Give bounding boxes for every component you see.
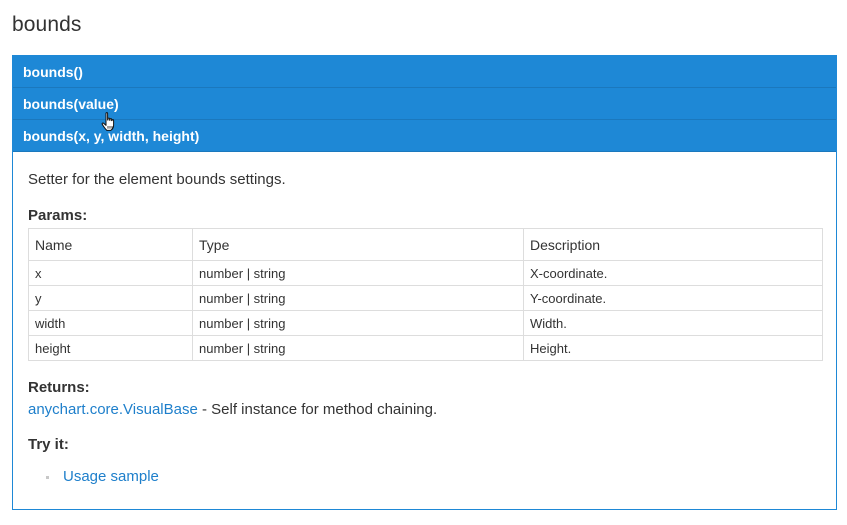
returns-line: anychart.core.VisualBase - Self instance… bbox=[28, 400, 821, 420]
param-description: Height. bbox=[523, 335, 823, 361]
params-table-header-row: Name Type Description bbox=[28, 228, 823, 261]
overload-bounds-xywh[interactable]: bounds(x, y, width, height) bbox=[13, 120, 836, 152]
column-header-description: Description bbox=[523, 228, 823, 261]
param-description: X-coordinate. bbox=[523, 260, 823, 286]
overload-bounds-getter[interactable]: bounds() bbox=[13, 56, 836, 88]
column-header-type: Type bbox=[192, 228, 524, 261]
method-panel: bounds() bounds(value) bounds(x, y, widt… bbox=[12, 55, 837, 510]
square-bullet-icon bbox=[46, 476, 49, 479]
usage-sample-link[interactable]: Usage sample bbox=[63, 468, 159, 485]
table-row: height number | string Height. bbox=[28, 335, 823, 361]
page-title: bounds bbox=[12, 13, 82, 36]
table-row: x number | string X-coordinate. bbox=[28, 260, 823, 286]
overload-details: Setter for the element bounds settings. … bbox=[13, 170, 836, 487]
param-type: number | string bbox=[192, 285, 524, 311]
column-header-name: Name bbox=[28, 228, 193, 261]
overload-bounds-value[interactable]: bounds(value) bbox=[13, 88, 836, 120]
try-it-heading: Try it: bbox=[28, 436, 69, 453]
param-name: x bbox=[28, 260, 193, 286]
param-type: number | string bbox=[192, 335, 524, 361]
method-description: Setter for the element bounds settings. bbox=[28, 171, 286, 188]
param-name: height bbox=[28, 335, 193, 361]
returns-type-link[interactable]: anychart.core.VisualBase bbox=[28, 401, 198, 418]
param-name: y bbox=[28, 285, 193, 311]
param-type: number | string bbox=[192, 260, 524, 286]
list-item: Usage sample bbox=[28, 467, 821, 487]
param-description: Width. bbox=[523, 310, 823, 336]
table-row: width number | string Width. bbox=[28, 310, 823, 336]
table-row: y number | string Y-coordinate. bbox=[28, 285, 823, 311]
returns-description: - Self instance for method chaining. bbox=[197, 401, 438, 418]
param-description: Y-coordinate. bbox=[523, 285, 823, 311]
params-table: Name Type Description x number | string … bbox=[28, 228, 823, 361]
param-name: width bbox=[28, 310, 193, 336]
try-it-list: Usage sample bbox=[28, 467, 821, 487]
returns-heading: Returns: bbox=[28, 379, 90, 396]
param-type: number | string bbox=[192, 310, 524, 336]
params-heading: Params: bbox=[28, 207, 88, 224]
